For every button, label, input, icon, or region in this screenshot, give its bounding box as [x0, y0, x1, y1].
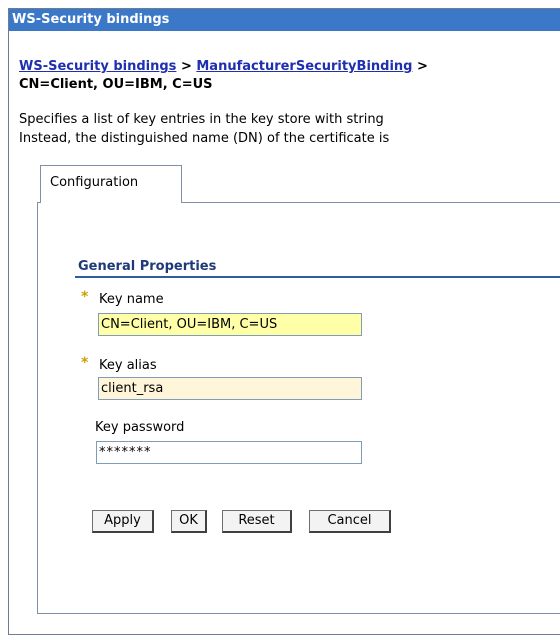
tab-configuration[interactable]: Configuration — [40, 165, 182, 203]
window-title: WS-Security bindings — [12, 12, 170, 27]
breadcrumb-separator: > — [417, 59, 428, 74]
portlet-title-bar: WS-Security bindings — [9, 9, 560, 31]
description-line: Instead, the distinguished name (DN) of … — [19, 131, 390, 146]
cancel-button[interactable]: Cancel — [309, 510, 391, 533]
required-marker: * — [81, 355, 89, 371]
section-title-general-properties: General Properties — [78, 259, 217, 274]
page: WS-Security bindings WS-Security binding… — [0, 0, 560, 643]
apply-button[interactable]: Apply — [92, 510, 154, 533]
ok-button[interactable]: OK — [171, 510, 207, 533]
breadcrumb: WS-Security bindings > ManufacturerSecur… — [19, 59, 428, 74]
key-alias-field[interactable]: client_rsa — [98, 377, 362, 400]
breadcrumb-link-ws-security-bindings[interactable]: WS-Security bindings — [19, 59, 176, 74]
section-divider — [75, 276, 560, 278]
required-marker: * — [81, 289, 89, 305]
breadcrumb-link-manufacturer-security-binding[interactable]: ManufacturerSecurityBinding — [196, 59, 412, 74]
key-password-label: Key password — [95, 420, 185, 435]
reset-button[interactable]: Reset — [222, 510, 292, 533]
key-name-label: Key name — [99, 292, 164, 307]
description-line: Specifies a list of key entries in the k… — [19, 112, 384, 127]
key-name-field[interactable]: CN=Client, OU=IBM, C=US — [98, 313, 362, 336]
breadcrumb-separator: > — [180, 59, 192, 74]
key-password-field[interactable]: ******* — [96, 441, 362, 464]
key-alias-label: Key alias — [99, 358, 157, 373]
page-description: Specifies a list of key entries in the k… — [19, 110, 389, 148]
breadcrumb-current: CN=Client, OU=IBM, C=US — [19, 77, 213, 92]
